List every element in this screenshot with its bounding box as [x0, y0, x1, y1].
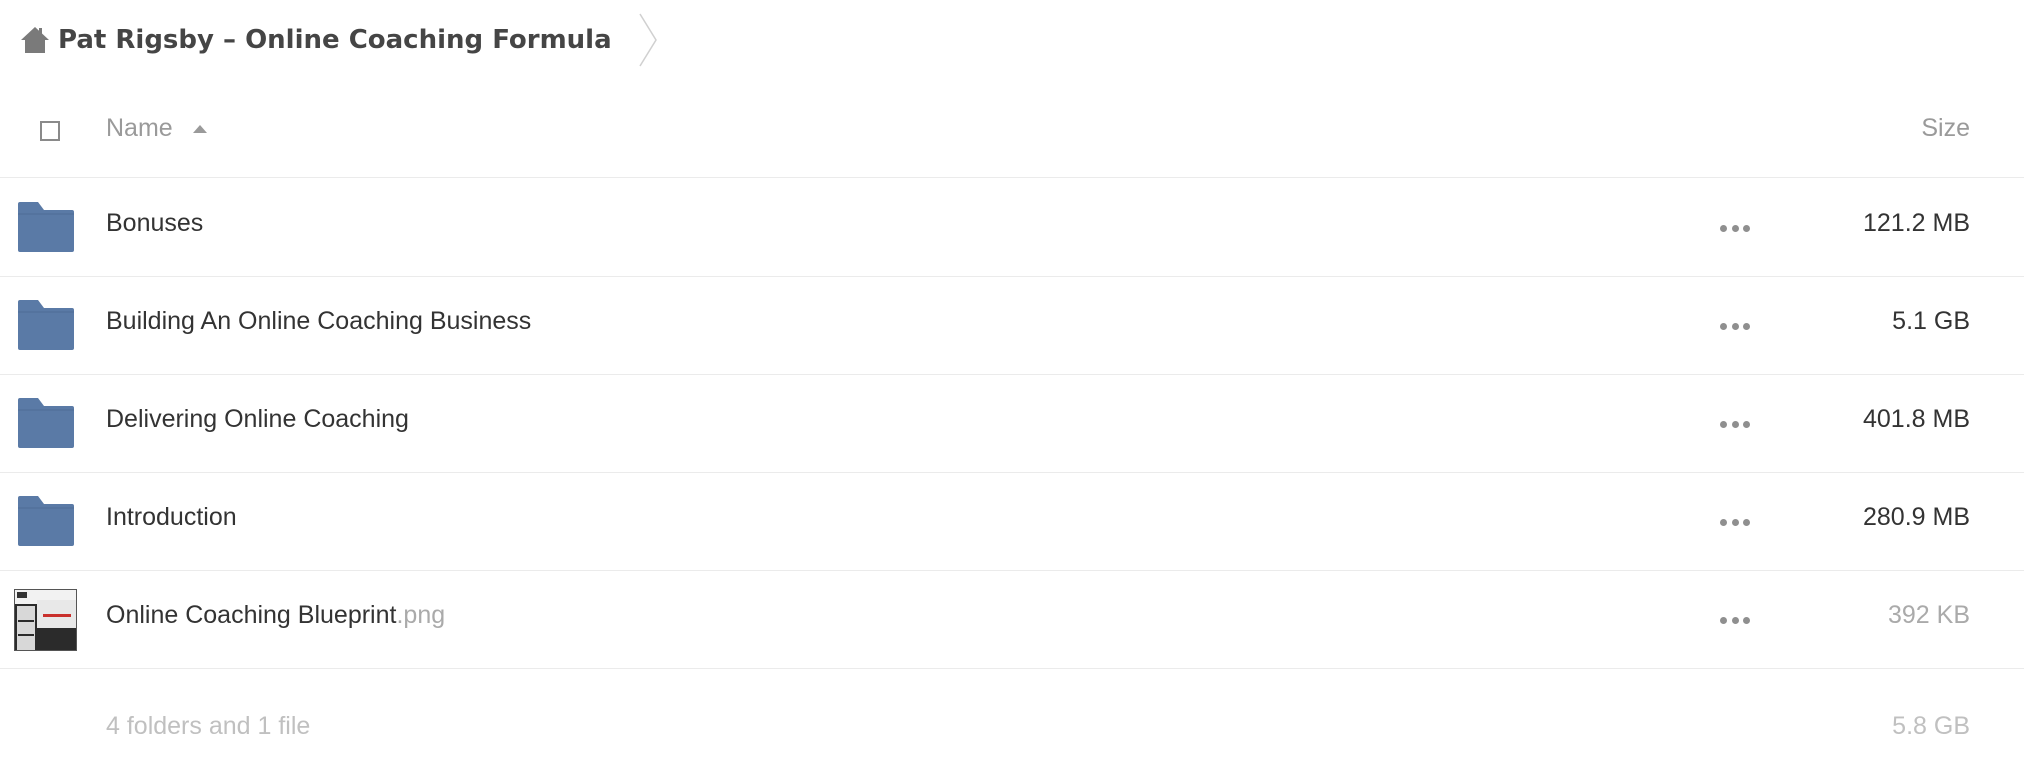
file-name[interactable]: Delivering Online Coaching [106, 405, 409, 434]
file-size: 401.8 MB [1862, 405, 1970, 433]
file-size: 392 KB [1887, 601, 1970, 629]
breadcrumb-current-folder[interactable]: Pat Rigsby – Online Coaching Formula [58, 25, 612, 55]
file-name[interactable]: Bonuses [106, 209, 203, 238]
table-header: Name Size [0, 90, 2024, 178]
folder-icon [18, 300, 74, 350]
more-actions-icon[interactable] [1720, 507, 1750, 537]
more-actions-icon[interactable] [1720, 213, 1750, 243]
table-row[interactable]: Delivering Online Coaching 401.8 MB [0, 375, 2024, 473]
file-size: 280.9 MB [1862, 503, 1970, 531]
breadcrumb: Pat Rigsby – Online Coaching Formula [20, 0, 660, 80]
summary-total-size: 5.8 GB [1892, 712, 1970, 740]
file-name[interactable]: Online Coaching Blueprint.png [106, 601, 445, 630]
file-size: 5.1 GB [1892, 307, 1970, 335]
table-row[interactable]: Bonuses 121.2 MB [0, 179, 2024, 277]
summary-count: 4 folders and 1 file [106, 712, 311, 740]
folder-icon [18, 202, 74, 252]
list-summary: 4 folders and 1 file 5.8 GB [0, 670, 2024, 740]
folder-icon [18, 398, 74, 448]
home-icon[interactable] [20, 26, 50, 54]
table-row[interactable]: Building An Online Coaching Business 5.1… [0, 277, 2024, 375]
file-extension: .png [396, 601, 446, 629]
name-column-header[interactable]: Name [106, 114, 207, 143]
image-thumbnail [14, 589, 77, 651]
more-actions-icon[interactable] [1720, 311, 1750, 341]
more-actions-icon[interactable] [1720, 409, 1750, 439]
name-column-label: Name [106, 114, 173, 142]
size-column-header[interactable]: Size [1921, 114, 1970, 143]
file-name[interactable]: Building An Online Coaching Business [106, 307, 531, 336]
select-all-checkbox[interactable] [40, 121, 60, 141]
breadcrumb-separator-icon [639, 13, 657, 67]
folder-icon [18, 496, 74, 546]
file-name[interactable]: Introduction [106, 503, 237, 532]
table-row[interactable]: Online Coaching Blueprint.png 392 KB [0, 571, 2024, 669]
file-browser: Pat Rigsby – Online Coaching Formula Nam… [0, 0, 2024, 776]
file-size: 121.2 MB [1862, 209, 1970, 237]
table-row[interactable]: Introduction 280.9 MB [0, 473, 2024, 571]
file-list: Bonuses 121.2 MB Building An Online Coac… [0, 179, 2024, 669]
sort-ascending-icon [192, 124, 207, 133]
more-actions-icon[interactable] [1720, 605, 1750, 635]
